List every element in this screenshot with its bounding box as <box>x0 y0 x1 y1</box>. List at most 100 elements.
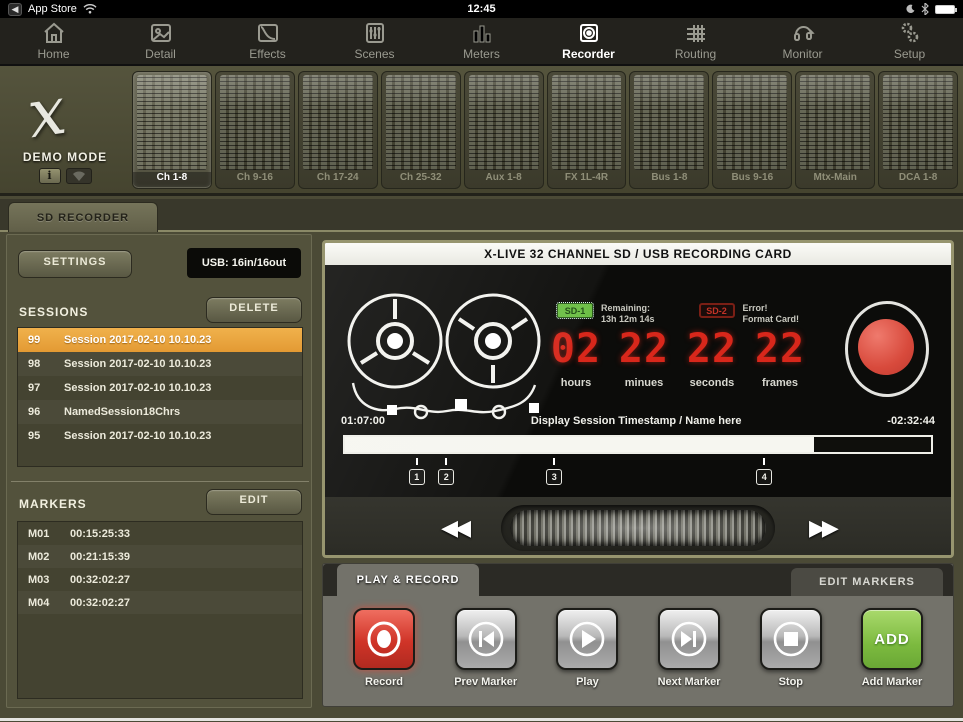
markers-title: MARKERS <box>19 497 87 511</box>
sessions-title: SESSIONS <box>19 305 88 319</box>
monitor-loop-icon <box>791 21 815 45</box>
transport-buttons: Record Prev Marker <box>323 596 953 688</box>
nav-item-home[interactable]: Home <box>0 18 107 64</box>
meter-grid <box>552 75 622 170</box>
bank-aux-1-8[interactable]: Aux 1-8 <box>464 71 544 189</box>
bank-ch-17-24[interactable]: Ch 17-24 <box>298 71 378 189</box>
meter-bank-strip: x DEMO MODE i Ch 1-8 Ch 9-16 Ch 17-24 Ch… <box>0 66 963 196</box>
meter-bars-icon <box>470 21 494 45</box>
timeline-marker[interactable]: 3 <box>545 458 563 485</box>
usb-mode-display[interactable]: USB: 16in/16out <box>187 248 301 278</box>
add-marker-button[interactable]: ADD <box>861 608 923 670</box>
play-icon <box>567 619 607 659</box>
remaining-time: -02:32:44 <box>887 415 935 427</box>
sd2-card-badge[interactable]: SD-2 <box>699 303 735 318</box>
marker-row[interactable]: M02 00:21:15:39 <box>18 545 302 568</box>
ios-status-bar: 12:45 ◀ App Store <box>0 0 963 18</box>
xlive-recorder-display: X-LIVE 32 CHANNEL SD / USB RECORDING CAR… <box>322 240 954 558</box>
curve-icon <box>256 21 280 45</box>
jog-wheel[interactable] <box>510 510 766 546</box>
connection-button[interactable] <box>66 168 92 184</box>
shuttle-section: ◀◀ ▶▶ <box>325 497 951 558</box>
meter-grid <box>137 75 207 170</box>
nav-item-scenes[interactable]: Scenes <box>321 18 428 64</box>
meter-grid <box>220 75 290 170</box>
nav-item-monitor[interactable]: Monitor <box>749 18 856 64</box>
record-button[interactable] <box>353 608 415 670</box>
x32-logo: x <box>23 72 71 153</box>
meter-grid <box>800 75 870 170</box>
bank-ch-9-16[interactable]: Ch 9-16 <box>215 71 295 189</box>
progress-fill <box>345 437 814 452</box>
tab-sd-recorder[interactable]: SD RECORDER <box>8 202 158 232</box>
tab-play-and-record[interactable]: PLAY & RECORD <box>337 564 479 596</box>
timeline-marker[interactable]: 4 <box>755 458 773 485</box>
markers-list: M01 00:15:25:33 M02 00:21:15:39 M03 00:3… <box>17 521 303 699</box>
battery-icon <box>935 5 955 14</box>
sd1-status-text: Remaining: 13h 12m 14s <box>601 303 655 325</box>
session-row[interactable]: 96 NamedSession18Chrs <box>18 400 302 424</box>
stop-icon <box>771 619 811 659</box>
bank-fx-1l-4r[interactable]: FX 1L-4R <box>547 71 627 189</box>
nav-item-effects[interactable]: Effects <box>214 18 321 64</box>
next-marker-icon <box>669 619 709 659</box>
bank-bus-9-16[interactable]: Bus 9-16 <box>712 71 792 189</box>
home-icon <box>42 21 66 45</box>
divider <box>11 481 309 482</box>
session-row[interactable]: 98 Session 2017-02-10 10.10.23 <box>18 352 302 376</box>
timeline-marker[interactable]: 1 <box>408 458 426 485</box>
session-row[interactable]: 95 Session 2017-02-10 10.10.23 <box>18 424 302 448</box>
jog-wheel-housing <box>501 505 775 551</box>
transport-tabstrip: PLAY & RECORD EDIT MARKERS <box>323 564 953 596</box>
stop-button[interactable] <box>760 608 822 670</box>
timeline-labels: 01:07:00 Display Session Timestamp / Nam… <box>341 415 935 427</box>
edit-markers-button[interactable]: EDIT <box>207 490 301 514</box>
gears-icon <box>898 21 922 45</box>
sd2-status-text: Error! Format Card! <box>743 303 800 325</box>
nav-item-detail[interactable]: Detail <box>107 18 214 64</box>
sd1-card-badge[interactable]: SD-1 <box>557 303 593 318</box>
timecode-frames: 22 <box>751 327 809 371</box>
delete-session-button[interactable]: DELETE <box>207 298 301 322</box>
screen-edge <box>0 718 963 721</box>
fast-forward-button[interactable]: ▶▶ <box>809 516 835 541</box>
bank-ch-1-8[interactable]: Ch 1-8 <box>132 71 212 189</box>
prev-marker-button[interactable] <box>455 608 517 670</box>
clock: 12:45 <box>0 3 963 15</box>
faders-icon <box>363 21 387 45</box>
meter-grid <box>303 75 373 170</box>
marker-row[interactable]: M01 00:15:25:33 <box>18 522 302 545</box>
info-button[interactable]: i <box>39 168 61 184</box>
tab-edit-markers[interactable]: EDIT MARKERS <box>791 568 943 596</box>
rewind-button[interactable]: ◀◀ <box>441 516 467 541</box>
wifi-status-icon <box>72 171 86 181</box>
session-row[interactable]: 97 Session 2017-02-10 10.10.23 <box>18 376 302 400</box>
demo-mode-label: DEMO MODE <box>0 150 130 164</box>
next-marker-button[interactable] <box>658 608 720 670</box>
settings-button[interactable]: SETTINGS <box>19 251 131 277</box>
nav-item-recorder[interactable]: Recorder <box>535 18 642 64</box>
timecode-display: 02 hours 22 minues 22 seconds 22 frames <box>547 327 809 389</box>
marker-row[interactable]: M04 00:32:02:27 <box>18 591 302 614</box>
bank-dca-1-8[interactable]: DCA 1-8 <box>878 71 958 189</box>
tape-reels-icon <box>337 279 557 431</box>
session-row[interactable]: 99 Session 2017-02-10 10.10.23 <box>18 328 302 352</box>
elapsed-time: 01:07:00 <box>341 415 385 427</box>
meter-grid <box>386 75 456 170</box>
marker-row[interactable]: M03 00:32:02:27 <box>18 568 302 591</box>
timecode-minutes: 22 <box>615 327 673 371</box>
add-marker-badge: ADD <box>874 631 910 648</box>
timeline-progress[interactable] <box>343 435 933 454</box>
record-status-lamp <box>845 301 929 397</box>
nav-item-routing[interactable]: Routing <box>642 18 749 64</box>
bank-ch-25-32[interactable]: Ch 25-32 <box>381 71 461 189</box>
page-tab-strip: SD RECORDER <box>0 199 963 232</box>
bank-mtx-main[interactable]: Mtx-Main <box>795 71 875 189</box>
nav-item-setup[interactable]: Setup <box>856 18 963 64</box>
meter-grid <box>883 75 953 170</box>
timeline-marker[interactable]: 2 <box>437 458 455 485</box>
record-lamp-dot <box>858 319 914 375</box>
play-button[interactable] <box>556 608 618 670</box>
bank-bus-1-8[interactable]: Bus 1-8 <box>629 71 709 189</box>
nav-item-meters[interactable]: Meters <box>428 18 535 64</box>
